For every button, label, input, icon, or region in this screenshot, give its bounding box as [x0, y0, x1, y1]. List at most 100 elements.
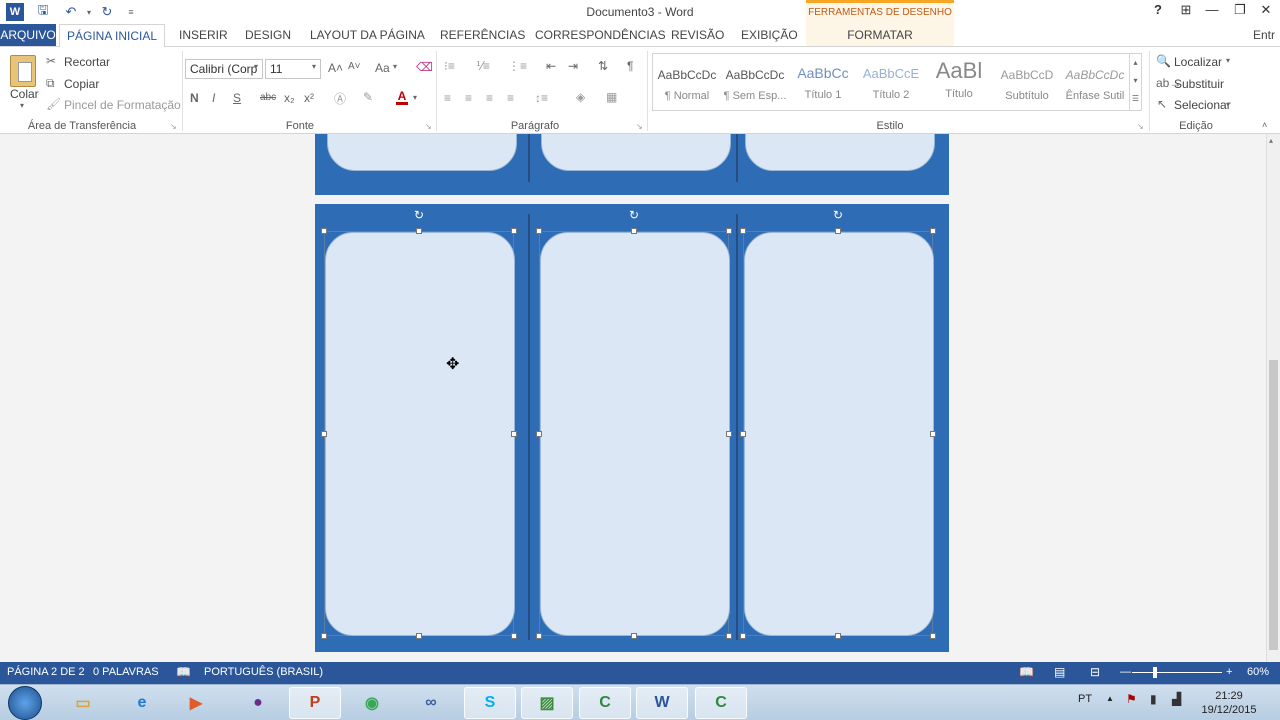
power-icon[interactable]: ▮: [1150, 692, 1157, 706]
resize-handle[interactable]: [930, 228, 936, 234]
action-center-icon[interactable]: ⚑: [1126, 692, 1137, 706]
word-count[interactable]: 0 PALAVRAS: [93, 666, 159, 678]
help-button[interactable]: ?: [1146, 2, 1170, 22]
language-indicator[interactable]: PORTUGUÊS (BRASIL): [204, 666, 323, 678]
shrink-font-icon[interactable]: A˅: [348, 61, 361, 72]
clear-formatting-icon[interactable]: ⌫: [416, 60, 433, 74]
rotate-handle-icon[interactable]: ↻: [627, 208, 641, 222]
rounded-panel[interactable]: [327, 134, 517, 171]
grow-font-icon[interactable]: A˄: [328, 61, 343, 75]
find-button[interactable]: Localizar: [1174, 55, 1222, 69]
powerpoint-taskbar-icon[interactable]: P: [289, 687, 341, 719]
select-button[interactable]: Selecionar: [1174, 98, 1231, 112]
resize-handle[interactable]: [536, 431, 542, 437]
zoom-out-icon[interactable]: —: [1120, 666, 1131, 678]
explorer-taskbar-icon[interactable]: ▭: [57, 687, 109, 719]
resize-handle[interactable]: [726, 431, 732, 437]
scroll-up-icon[interactable]: ▴: [1269, 136, 1273, 145]
highlight-color-icon[interactable]: ✎: [363, 90, 373, 104]
resize-handle[interactable]: [930, 431, 936, 437]
tab-revisao[interactable]: REVISÃO: [671, 28, 724, 42]
tab-exibicao[interactable]: EXIBIÇÃO: [741, 28, 798, 42]
resize-handle[interactable]: [740, 633, 746, 639]
rounded-panel-middle[interactable]: [540, 232, 730, 636]
rounded-panel[interactable]: [541, 134, 731, 171]
superscript-button[interactable]: x²: [304, 91, 314, 105]
justify-icon[interactable]: ≡: [507, 91, 514, 105]
tab-inserir[interactable]: INSERIR: [179, 28, 228, 42]
clock[interactable]: 21:29 19/12/2015: [1192, 689, 1266, 717]
input-language[interactable]: PT: [1078, 693, 1092, 705]
tab-correspondencias[interactable]: CORRESPONDÊNCIAS: [535, 28, 666, 42]
strikethrough-button[interactable]: abc: [260, 92, 276, 103]
paste-dropdown-icon[interactable]: ▾: [20, 101, 24, 110]
show-hidden-icons-icon[interactable]: ▲: [1106, 694, 1114, 703]
font-launcher-icon[interactable]: ↘: [425, 122, 432, 131]
style-no-spacing[interactable]: AaBbCcDc ¶ Sem Esp...: [721, 54, 789, 110]
image-editor-taskbar-icon[interactable]: ▨: [521, 687, 573, 719]
scroll-thumb[interactable]: [1269, 360, 1278, 650]
multilevel-list-icon[interactable]: ⋮≡: [508, 59, 527, 73]
align-left-icon[interactable]: ≡: [444, 91, 451, 105]
styles-scroll[interactable]: ▴ ▾ ☰: [1129, 54, 1141, 110]
camtasia-taskbar-icon[interactable]: C: [579, 687, 631, 719]
format-painter-icon[interactable]: 🖌: [46, 97, 61, 111]
rounded-panel[interactable]: [745, 134, 935, 171]
resize-handle[interactable]: [321, 633, 327, 639]
zoom-slider[interactable]: [1132, 672, 1222, 673]
resize-handle[interactable]: [835, 633, 841, 639]
resize-handle[interactable]: [726, 633, 732, 639]
print-layout-icon[interactable]: ▤: [1054, 665, 1065, 679]
cut-button[interactable]: Recortar: [64, 55, 110, 69]
read-mode-icon[interactable]: 📖: [1019, 665, 1034, 679]
select-dropdown-icon[interactable]: ▾: [1226, 100, 1230, 109]
change-case-dropdown-icon[interactable]: ▾: [393, 62, 397, 71]
decrease-indent-icon[interactable]: ⇤: [546, 59, 556, 73]
resize-handle[interactable]: [631, 228, 637, 234]
line-spacing-icon[interactable]: ↕≡: [535, 91, 548, 105]
shading-icon[interactable]: ◈: [576, 90, 585, 104]
resize-handle[interactable]: [511, 633, 517, 639]
rotate-handle-icon[interactable]: ↻: [831, 208, 845, 222]
replace-button[interactable]: Substituir: [1174, 77, 1224, 91]
zoom-in-icon[interactable]: +: [1226, 666, 1232, 678]
format-painter-button[interactable]: Pincel de Formatação: [64, 98, 181, 112]
resize-handle[interactable]: [321, 431, 327, 437]
copy-icon[interactable]: ⧉: [46, 76, 55, 91]
resize-handle[interactable]: [536, 633, 542, 639]
font-name-dropdown-icon[interactable]: ▾: [254, 62, 258, 71]
resize-handle[interactable]: [321, 228, 327, 234]
link-app-taskbar-icon[interactable]: ∞: [405, 687, 457, 719]
clipboard-launcher-icon[interactable]: ↘: [170, 122, 177, 131]
camtasia-recorder-taskbar-icon[interactable]: C: [695, 687, 747, 719]
resize-handle[interactable]: [835, 228, 841, 234]
font-color-dropdown-icon[interactable]: ▾: [413, 93, 417, 102]
chrome-taskbar-icon[interactable]: ◉: [346, 687, 398, 719]
select-icon[interactable]: ↖: [1157, 97, 1167, 111]
style-heading-1[interactable]: AaBbCc Título 1: [789, 54, 857, 110]
tab-pagina-inicial[interactable]: PÁGINA INICIAL: [59, 24, 165, 47]
bold-button[interactable]: N: [190, 91, 199, 105]
collapse-ribbon-icon[interactable]: ˄: [1262, 120, 1267, 130]
close-button[interactable]: ✕: [1254, 2, 1278, 22]
vertical-scrollbar[interactable]: ▴: [1266, 134, 1280, 662]
tab-design[interactable]: DESIGN: [245, 28, 291, 42]
tab-arquivo[interactable]: ARQUIVO: [0, 24, 56, 46]
ribbon-display-button[interactable]: ⊞: [1174, 2, 1198, 22]
minimize-button[interactable]: —: [1200, 2, 1224, 22]
rotate-handle-icon[interactable]: ↻: [412, 208, 426, 222]
resize-handle[interactable]: [536, 228, 542, 234]
page-count[interactable]: PÁGINA 2 DE 2: [7, 666, 85, 678]
align-center-icon[interactable]: ≡: [465, 91, 472, 105]
style-normal[interactable]: AaBbCcDc ¶ Normal: [653, 54, 721, 110]
copy-button[interactable]: Copiar: [64, 77, 99, 91]
resize-handle[interactable]: [726, 228, 732, 234]
tab-referencias[interactable]: REFERÊNCIAS: [440, 28, 525, 42]
rounded-panel-right[interactable]: [744, 232, 934, 636]
resize-handle[interactable]: [740, 228, 746, 234]
increase-indent-icon[interactable]: ⇥: [568, 59, 578, 73]
resize-handle[interactable]: [930, 633, 936, 639]
resize-handle[interactable]: [740, 431, 746, 437]
bullets-icon[interactable]: ⁝≡: [444, 59, 455, 73]
resize-handle[interactable]: [416, 633, 422, 639]
